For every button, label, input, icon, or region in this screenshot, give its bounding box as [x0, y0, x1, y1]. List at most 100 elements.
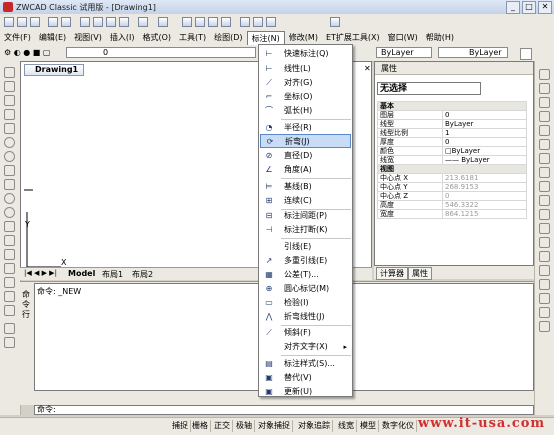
zoom-previous-icon[interactable]: [221, 17, 231, 27]
menu-tools[interactable]: 工具(T): [175, 31, 210, 45]
zoom-window-icon[interactable]: [208, 17, 218, 27]
extend-icon[interactable]: [539, 209, 550, 220]
undo-icon[interactable]: [138, 17, 148, 27]
stretch-icon[interactable]: [539, 181, 550, 192]
menu-item-inspection[interactable]: ▭ 检验(I): [260, 296, 351, 310]
revcloud-icon[interactable]: [4, 165, 15, 176]
menu-item-arc-length[interactable]: ⌒ 弧长(H): [260, 104, 351, 118]
property-row[interactable]: 厚度 0: [377, 137, 527, 147]
property-group[interactable]: 视图: [377, 164, 527, 174]
chamfer-icon[interactable]: [539, 251, 550, 262]
menu-item-multileader[interactable]: ↗ 多重引线(E): [260, 254, 351, 268]
menu-et-tools[interactable]: ET扩展工具(X): [322, 31, 384, 45]
menu-window[interactable]: 窗口(W): [384, 31, 422, 45]
property-row[interactable]: 中心点 Y 268.9153: [377, 182, 527, 192]
ellipse-icon[interactable]: [4, 193, 15, 204]
property-row[interactable]: 高度 546.3322: [377, 200, 527, 210]
close-button[interactable]: ✕: [538, 1, 552, 14]
break-icon[interactable]: [539, 223, 550, 234]
menu-file[interactable]: 文件(F): [0, 31, 35, 45]
polyline-icon[interactable]: [4, 95, 15, 106]
arc-icon[interactable]: [4, 137, 15, 148]
menu-item-ordinate-dim[interactable]: ⌐ 坐标(O): [260, 90, 351, 104]
tab-calculator[interactable]: 计算器: [376, 267, 408, 280]
rotate-icon[interactable]: [539, 153, 550, 164]
status-polar[interactable]: 极轴: [234, 420, 255, 432]
menu-item-align-text[interactable]: 对齐文字(X) ▸: [260, 340, 351, 354]
command-input[interactable]: 命令:: [34, 405, 534, 415]
redo-icon[interactable]: [158, 17, 168, 27]
property-row[interactable]: 中心点 X 213.6181: [377, 173, 527, 183]
menu-item-update[interactable]: ▣ 更新(U): [260, 385, 351, 399]
design-center-icon[interactable]: [253, 17, 263, 27]
menu-item-dim-style[interactable]: ▤ 标注样式(S)...: [260, 357, 351, 371]
layer-dropdown[interactable]: 0: [66, 47, 256, 58]
menu-item-override[interactable]: ▣ 替代(V): [260, 371, 351, 385]
copy-icon[interactable]: [93, 17, 103, 27]
erase-icon[interactable]: [539, 69, 550, 80]
rectangle-icon[interactable]: [4, 123, 15, 134]
tab-properties[interactable]: 属性: [408, 267, 432, 280]
layer-tool-icon[interactable]: [4, 323, 15, 334]
menu-item-quick-dim[interactable]: ⊢ 快速标注(Q): [260, 47, 351, 61]
help-icon[interactable]: [330, 17, 340, 27]
status-osnap[interactable]: 对象捕捉: [256, 420, 293, 432]
menu-item-linear-dim[interactable]: ⊢ 线性(L): [260, 62, 351, 76]
ellipse-arc-icon[interactable]: [4, 207, 15, 218]
menu-item-center-mark[interactable]: ⊕ 圆心标记(M): [260, 282, 351, 296]
copy-object-icon[interactable]: [539, 83, 550, 94]
menu-item-leader[interactable]: 引线(E): [260, 240, 351, 254]
layer-manager-icon[interactable]: [520, 48, 532, 60]
menu-item-radius[interactable]: ◔ 半径(R): [260, 121, 351, 135]
line-icon[interactable]: [4, 67, 15, 78]
print-preview-icon[interactable]: [61, 17, 71, 27]
status-grid[interactable]: 栅格: [190, 420, 211, 432]
property-row[interactable]: 线型比例 1: [377, 128, 527, 138]
mirror-icon[interactable]: [539, 97, 550, 108]
text-style-icon[interactable]: [4, 337, 15, 348]
menu-item-tolerance[interactable]: ▦ 公差(T)...: [260, 268, 351, 282]
menu-item-diameter[interactable]: ⊘ 直径(D): [260, 149, 351, 163]
menu-view[interactable]: 视图(V): [70, 31, 106, 45]
make-block-icon[interactable]: [4, 235, 15, 246]
cut-icon[interactable]: [80, 17, 90, 27]
property-row[interactable]: 图层 0: [377, 110, 527, 120]
zoom-realtime-icon[interactable]: [195, 17, 205, 27]
move-icon[interactable]: [539, 139, 550, 150]
trim-icon[interactable]: [539, 195, 550, 206]
menu-item-dim-break[interactable]: ⊣ 标注打断(K): [260, 223, 351, 237]
spline-icon[interactable]: [4, 179, 15, 190]
property-row[interactable]: 中心点 Z0: [377, 191, 527, 201]
menu-item-baseline[interactable]: ⊨ 基线(B): [260, 180, 351, 194]
property-row[interactable]: 线型 ByLayer: [377, 119, 527, 129]
offset-icon[interactable]: [539, 111, 550, 122]
color-dropdown[interactable]: ByLayer: [376, 47, 432, 58]
tool-palette-icon[interactable]: [266, 17, 276, 27]
status-model[interactable]: 模型: [358, 420, 379, 432]
menu-item-jogged[interactable]: ⟳ 折弯(J): [260, 134, 351, 148]
polygon-icon[interactable]: [4, 109, 15, 120]
menu-item-oblique[interactable]: ⟋ 倾斜(F): [260, 326, 351, 340]
tab-layout1[interactable]: 布局1: [102, 269, 123, 280]
property-row[interactable]: 线宽 —— ByLayer: [377, 155, 527, 165]
new-file-icon[interactable]: [4, 17, 14, 27]
explode-icon[interactable]: [539, 279, 550, 290]
tab-model[interactable]: Model: [68, 269, 95, 278]
scale-icon[interactable]: [539, 167, 550, 178]
status-otrack[interactable]: 对象追踪: [296, 420, 333, 432]
pan-icon[interactable]: [182, 17, 192, 27]
ray-icon[interactable]: [4, 81, 15, 92]
property-row[interactable]: 颜色 □ByLayer: [377, 146, 527, 156]
menu-help[interactable]: 帮助(H): [422, 31, 458, 45]
property-row[interactable]: 宽度 864.1215: [377, 209, 527, 219]
open-file-icon[interactable]: [17, 17, 27, 27]
menu-draw[interactable]: 绘图(D): [210, 31, 246, 45]
tab-nav-arrows[interactable]: |◀ ◀ ▶ ▶|: [24, 269, 57, 277]
paste-icon[interactable]: [106, 17, 116, 27]
table-icon[interactable]: [4, 291, 15, 302]
drawing-close-icon[interactable]: ✕: [364, 64, 371, 73]
selection-dropdown[interactable]: 无选择: [377, 82, 481, 95]
status-snap[interactable]: 捕捉: [170, 420, 191, 432]
menu-item-angular[interactable]: ∠ 角度(A): [260, 163, 351, 177]
minimize-button[interactable]: _: [506, 1, 520, 14]
